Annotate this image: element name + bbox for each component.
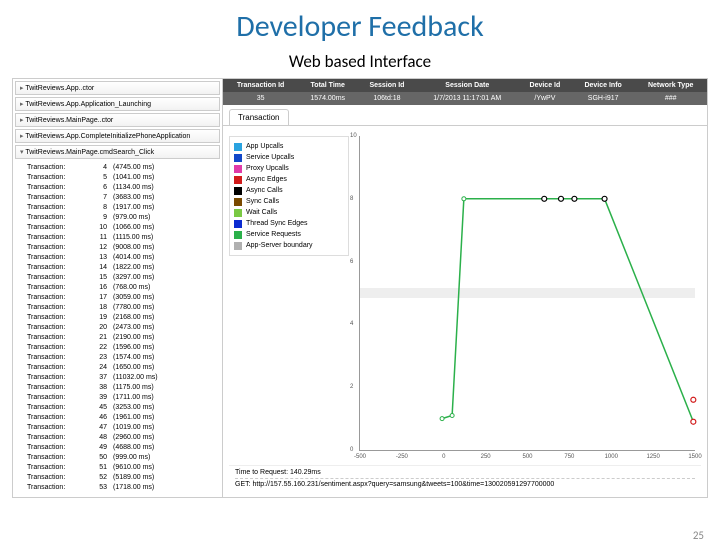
chart-legend: App UpcallsService UpcallsProxy UpcallsA… (229, 136, 349, 256)
transaction-row[interactable]: Transaction:4(4745.00 ms) (27, 163, 216, 173)
tree-item[interactable]: TwitReviews.MainPage.cmdSearch_Click (15, 145, 220, 159)
summary-header: Total Time (298, 79, 357, 92)
transaction-row[interactable]: Transaction:24(1650.00 ms) (27, 363, 216, 373)
legend-item: Service Upcalls (234, 152, 344, 163)
legend-item: Wait Calls (234, 207, 344, 218)
right-panel: Transaction IdTotal TimeSession IdSessio… (223, 79, 707, 497)
summary-header: Device Id (518, 79, 572, 92)
transaction-row[interactable]: Transaction:10(1066.00 ms) (27, 223, 216, 233)
legend-item: Proxy Upcalls (234, 163, 344, 174)
left-panel: TwitReviews.App..ctor TwitReviews.App.App… (13, 79, 223, 497)
transaction-row[interactable]: Transaction:19(2168.00 ms) (27, 313, 216, 323)
transaction-row[interactable]: Transaction:15(3297.00 ms) (27, 273, 216, 283)
transaction-row[interactable]: Transaction:21(2190.00 ms) (27, 333, 216, 343)
transaction-row[interactable]: Transaction:47(1019.00 ms) (27, 423, 216, 433)
legend-item: Async Edges (234, 174, 344, 185)
transaction-row[interactable]: Transaction:48(2960.00 ms) (27, 433, 216, 443)
transaction-row[interactable]: Transaction:5(1041.00 ms) (27, 173, 216, 183)
transaction-row[interactable]: Transaction:39(1711.00 ms) (27, 393, 216, 403)
summary-value: 1574.00ms (298, 92, 357, 105)
transaction-row[interactable]: Transaction:53(1718.00 ms) (27, 483, 216, 493)
app-frame: TwitReviews.App..ctor TwitReviews.App.App… (12, 78, 708, 498)
transaction-row[interactable]: Transaction:18(7780.00 ms) (27, 303, 216, 313)
transaction-row[interactable]: Transaction:16(768.00 ms) (27, 283, 216, 293)
summary-header: Device Info (572, 79, 634, 92)
transaction-row[interactable]: Transaction:22(1596.00 ms) (27, 343, 216, 353)
legend-item: App-Server boundary (234, 240, 344, 251)
tree-item[interactable]: TwitReviews.MainPage..ctor (15, 113, 220, 127)
transaction-row[interactable]: Transaction:51(9610.00 ms) (27, 463, 216, 473)
transaction-row[interactable]: Transaction:14(1822.00 ms) (27, 263, 216, 273)
transaction-row[interactable]: Transaction:20(2473.00 ms) (27, 323, 216, 333)
page-number: 25 (693, 529, 704, 542)
summary-header: Transaction Id (223, 79, 298, 92)
legend-item: Async Calls (234, 185, 344, 196)
summary-value: 35 (223, 92, 298, 105)
tree-item[interactable]: TwitReviews.App..ctor (15, 81, 220, 95)
transaction-row[interactable]: Transaction:23(1574.00 ms) (27, 353, 216, 363)
summary-value: ### (634, 92, 707, 105)
summary-value: 1/7/2013 11:17:01 AM (417, 92, 518, 105)
tab-transaction[interactable]: Transaction (229, 109, 289, 125)
chart-panel: App UpcallsService UpcallsProxy UpcallsA… (223, 125, 707, 497)
transaction-row[interactable]: Transaction:37(11032.00 ms) (27, 373, 216, 383)
tree-item[interactable]: TwitReviews.App.CompleteInitializePhoneA… (15, 129, 220, 143)
transaction-row[interactable]: Transaction:9(979.00 ms) (27, 213, 216, 223)
transaction-row[interactable]: Transaction:6(1134.00 ms) (27, 183, 216, 193)
transaction-row[interactable]: Transaction:8(1917.00 ms) (27, 203, 216, 213)
transaction-list: Transaction:4(4745.00 ms)Transaction:5(1… (13, 161, 222, 495)
slide-title: Developer Feedback (0, 8, 720, 45)
transaction-row[interactable]: Transaction:13(4014.00 ms) (27, 253, 216, 263)
slide-subtitle: Web based Interface (0, 51, 720, 72)
summary-value: SGH-i917 (572, 92, 634, 105)
time-to-request: Time to Request: 140.29ms (235, 469, 695, 479)
legend-item: Service Requests (234, 229, 344, 240)
transaction-row[interactable]: Transaction:7(3683.00 ms) (27, 193, 216, 203)
legend-item: Thread Sync Edges (234, 218, 344, 229)
summary-value: 106td:18 (357, 92, 416, 105)
summary-header: Network Type (634, 79, 707, 92)
summary-bar: Transaction IdTotal TimeSession IdSessio… (223, 79, 707, 105)
tree-item[interactable]: TwitReviews.App.Application_Launching (15, 97, 220, 111)
summary-header: Session Date (417, 79, 518, 92)
transaction-row[interactable]: Transaction:46(1961.00 ms) (27, 413, 216, 423)
transaction-row[interactable]: Transaction:38(1175.00 ms) (27, 383, 216, 393)
transaction-row[interactable]: Transaction:45(3253.00 ms) (27, 403, 216, 413)
transaction-row[interactable]: Transaction:11(1115.00 ms) (27, 233, 216, 243)
legend-item: App Upcalls (234, 141, 344, 152)
chart-plot: 0246810-500-2500250500750100012501500 (359, 136, 695, 451)
request-info: Time to Request: 140.29ms GET: http://15… (229, 465, 701, 491)
transaction-row[interactable]: Transaction:50(999.00 ms) (27, 453, 216, 463)
transaction-row[interactable]: Transaction:12(9008.00 ms) (27, 243, 216, 253)
call-tree: TwitReviews.App..ctor TwitReviews.App.App… (13, 81, 222, 159)
legend-item: Sync Calls (234, 196, 344, 207)
transaction-row[interactable]: Transaction:52(5189.00 ms) (27, 473, 216, 483)
transaction-row[interactable]: Transaction:17(3059.00 ms) (27, 293, 216, 303)
transaction-row[interactable]: Transaction:49(4688.00 ms) (27, 443, 216, 453)
summary-value: /YwPV (518, 92, 572, 105)
request-url: GET: http://157.55.160.231/sentiment.asp… (235, 481, 695, 488)
summary-header: Session Id (357, 79, 416, 92)
